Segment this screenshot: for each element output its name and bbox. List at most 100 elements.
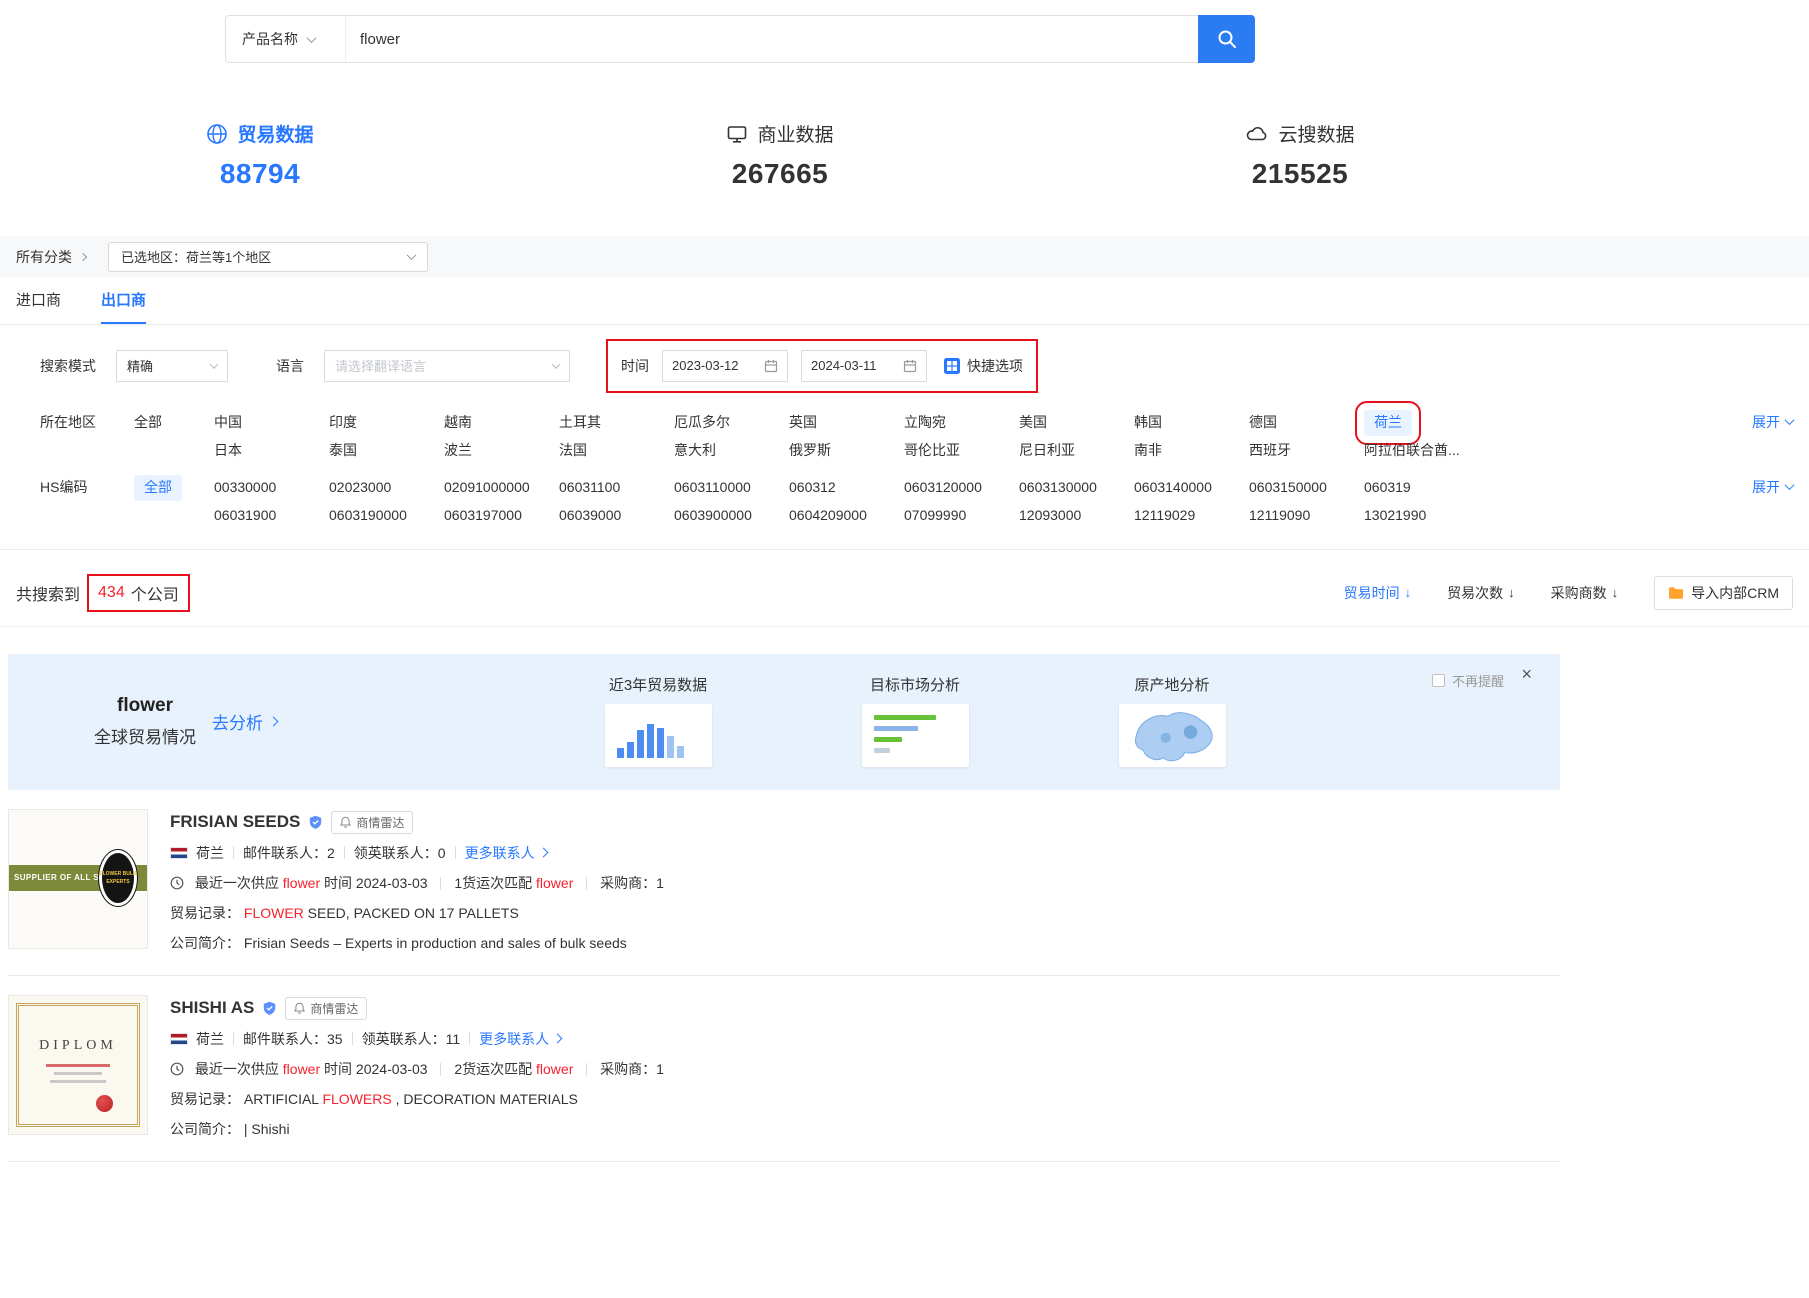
company-name[interactable]: SHISHI AS xyxy=(170,998,254,1018)
business-radar-badge[interactable]: 商情雷达 xyxy=(331,811,413,834)
region-chip[interactable]: 俄罗斯 xyxy=(789,437,831,464)
region-chip[interactable]: 德国 xyxy=(1249,409,1277,436)
selected-region-dropdown[interactable]: 已选地区：荷兰等1个地区 xyxy=(108,242,428,272)
hs-chip[interactable]: 0603110000 xyxy=(674,474,751,501)
logo-title-text: DIPLOM xyxy=(19,1038,137,1054)
hs-chip[interactable]: 12093000 xyxy=(1019,502,1081,529)
hs-chip[interactable]: 0603120000 xyxy=(904,474,982,501)
expand-label: 展开 xyxy=(1752,477,1780,497)
language-select[interactable]: 请选择翻译语言 xyxy=(324,350,570,382)
company-logo[interactable]: DIPLOM xyxy=(8,995,148,1135)
crm-button-label: 导入内部CRM xyxy=(1691,583,1779,603)
region-chip[interactable]: 厄瓜多尔 xyxy=(674,409,730,436)
import-crm-button[interactable]: 导入内部CRM xyxy=(1654,576,1793,610)
dont-remind-control[interactable]: 不再提醒 xyxy=(1432,671,1504,690)
expand-label: 展开 xyxy=(1752,412,1780,432)
hs-expand-link[interactable]: 展开 xyxy=(1752,477,1793,497)
region-chip[interactable]: 立陶宛 xyxy=(904,409,946,436)
region-chip[interactable]: 哥伦比亚 xyxy=(904,437,960,464)
target-market-chart-card[interactable]: 目标市场分析 xyxy=(855,674,975,767)
stat-trade-data[interactable]: 贸易数据 88794 xyxy=(0,120,520,190)
region-expand-link[interactable]: 展开 xyxy=(1752,412,1793,432)
hs-chip[interactable]: 0603150000 xyxy=(1249,474,1327,501)
search-mode-select[interactable]: 精确 xyxy=(116,350,228,382)
shipment-keyword: flower xyxy=(536,875,573,891)
search-input[interactable] xyxy=(346,16,1198,62)
company-logo[interactable]: SUPPLIER OF ALL SEEDS FLOWER BULB EXPERT… xyxy=(8,809,148,949)
hs-chip[interactable]: 00330000 xyxy=(214,474,276,501)
supply-row: 最近一次供应 flower 时间 2024-03-03 1货运次匹配 flowe… xyxy=(170,873,664,893)
date-to-input[interactable]: 2024-03-11 xyxy=(801,350,927,382)
supply-time: 时间 2024-03-03 xyxy=(324,875,428,891)
region-chip[interactable]: 美国 xyxy=(1019,409,1047,436)
trade-data-chart-card[interactable]: 近3年贸易数据 xyxy=(598,674,718,767)
region-chip[interactable]: 泰国 xyxy=(329,437,357,464)
hs-chip[interactable]: 06031900 xyxy=(214,502,276,529)
sort-trade-time[interactable]: 贸易时间 ↓ xyxy=(1344,583,1412,603)
hs-chip[interactable]: 0603130000 xyxy=(1019,474,1097,501)
hs-chip[interactable]: 060319 xyxy=(1364,474,1411,501)
hs-chip[interactable]: 0603140000 xyxy=(1134,474,1212,501)
hs-chip[interactable]: 0603900000 xyxy=(674,502,752,529)
buyer-count: 采购商：1 xyxy=(600,875,664,891)
all-categories-breadcrumb[interactable]: 所有分类 xyxy=(16,247,86,267)
go-analyze-link[interactable]: 去分析 xyxy=(212,709,277,734)
dont-remind-checkbox[interactable] xyxy=(1432,674,1445,687)
date-from-input[interactable]: 2023-03-12 xyxy=(662,350,788,382)
region-chip[interactable]: 韩国 xyxy=(1134,409,1162,436)
region-chip[interactable]: 越南 xyxy=(444,409,472,436)
stat-business-data[interactable]: 商业数据 267665 xyxy=(520,120,1040,190)
hs-chip[interactable]: 12119090 xyxy=(1249,502,1310,529)
region-chip[interactable]: 英国 xyxy=(789,409,817,436)
region-chip[interactable]: 日本 xyxy=(214,437,242,464)
region-chip-selected-netherlands[interactable]: 荷兰 xyxy=(1364,410,1412,436)
more-contacts-link[interactable]: 更多联系人 xyxy=(465,843,547,863)
region-chip[interactable]: 意大利 xyxy=(674,437,716,464)
search-category-dropdown[interactable]: 产品名称 xyxy=(226,16,346,62)
company-name[interactable]: FRISIAN SEEDS xyxy=(170,812,300,832)
hs-chip[interactable]: 07099990 xyxy=(904,502,966,529)
region-chip[interactable]: 南非 xyxy=(1134,437,1162,464)
business-radar-badge[interactable]: 商情雷达 xyxy=(285,997,367,1020)
hs-chip[interactable]: 0603190000 xyxy=(329,502,407,529)
region-chip[interactable]: 尼日利亚 xyxy=(1019,437,1075,464)
more-contacts-link[interactable]: 更多联系人 xyxy=(479,1029,561,1049)
bar-chart-thumbnail xyxy=(605,704,712,767)
hs-chip[interactable]: 02023000 xyxy=(329,474,391,501)
trade-record-row: 贸易记录： ARTIFICIAL FLOWERS , DECORATION MA… xyxy=(170,1089,664,1109)
region-chip-all[interactable]: 全部 xyxy=(134,409,162,436)
tab-importer[interactable]: 进口商 xyxy=(16,278,61,324)
region-chip[interactable]: 西班牙 xyxy=(1249,437,1291,464)
netherlands-flag-icon xyxy=(170,847,188,859)
divider xyxy=(440,877,441,890)
hs-chip[interactable]: 06031100 xyxy=(559,474,620,501)
hs-chip-all[interactable]: 全部 xyxy=(134,475,182,501)
region-chip[interactable]: 阿拉伯联合酋... xyxy=(1364,437,1460,464)
category-filter-strip: 所有分类 已选地区：荷兰等1个地区 xyxy=(0,236,1809,278)
tab-exporter[interactable]: 出口商 xyxy=(101,278,146,324)
region-chip[interactable]: 法国 xyxy=(559,437,587,464)
region-chip[interactable]: 印度 xyxy=(329,409,357,436)
hs-chip[interactable]: 02091000000 xyxy=(444,474,530,501)
quick-options-button[interactable]: 快捷选项 xyxy=(944,356,1023,376)
region-chip[interactable]: 中国 xyxy=(214,409,242,436)
region-chip[interactable]: 波兰 xyxy=(444,437,472,464)
origin-analysis-chart-card[interactable]: 原产地分析 xyxy=(1112,674,1232,767)
stat-cloud-data[interactable]: 云搜数据 215525 xyxy=(1040,120,1560,190)
banner-close-icon[interactable]: × xyxy=(1521,665,1532,683)
hs-chip[interactable]: 060312 xyxy=(789,474,836,501)
search-button[interactable] xyxy=(1198,15,1255,63)
netherlands-flag-icon xyxy=(170,1033,188,1045)
hs-chip[interactable]: 0604209000 xyxy=(789,502,867,529)
sort-buyer-count[interactable]: 采购商数 ↓ xyxy=(1551,583,1619,603)
hs-chip[interactable]: 12119029 xyxy=(1134,502,1195,529)
results-count: 共搜索到 434 个公司 xyxy=(16,574,190,612)
trade-record-prefix: ARTIFICIAL xyxy=(244,1091,319,1107)
hs-chip[interactable]: 06039000 xyxy=(559,502,621,529)
search-mode-label: 搜索模式 xyxy=(40,356,96,376)
sort-trade-count[interactable]: 贸易次数 ↓ xyxy=(1447,583,1515,603)
hs-chip[interactable]: 13021990 xyxy=(1364,502,1426,529)
region-chip[interactable]: 土耳其 xyxy=(559,409,601,436)
certificate-frame: DIPLOM xyxy=(16,1003,140,1127)
hs-chip[interactable]: 0603197000 xyxy=(444,502,522,529)
